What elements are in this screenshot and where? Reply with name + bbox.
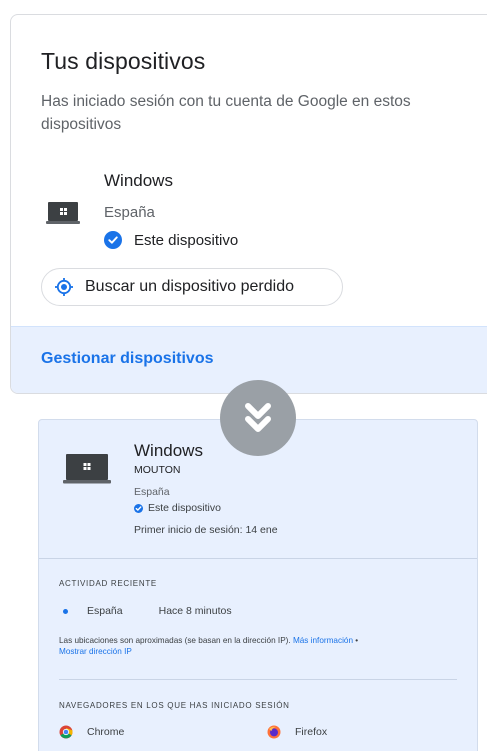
- activity-location: España: [87, 605, 123, 617]
- this-device-text: Este dispositivo: [134, 231, 239, 249]
- activity-row: España Hace 8 minutos: [63, 605, 232, 617]
- browser-item-firefox: Firefox: [267, 725, 327, 739]
- chrome-icon: [59, 725, 73, 739]
- recent-activity-header: ACTIVIDAD RECIENTE: [59, 579, 157, 588]
- browser-name: Chrome: [87, 726, 125, 738]
- device-name[interactable]: Windows: [104, 171, 173, 191]
- laptop-windows-icon: [63, 454, 111, 484]
- detail-this-device-text: Este dispositivo: [148, 502, 221, 514]
- find-lost-device-button[interactable]: Buscar un dispositivo perdido: [41, 268, 343, 306]
- laptop-windows-icon: [46, 202, 80, 224]
- browser-item-chrome: Chrome: [59, 725, 124, 739]
- location-target-icon: [54, 277, 74, 297]
- devices-card: Tus dispositivos Has iniciado sesión con…: [10, 14, 487, 394]
- browser-name: Firefox: [295, 726, 328, 738]
- browsers-header: NAVEGADORES EN LOS QUE HAS INICIADO SESI…: [59, 701, 290, 710]
- location-note: Las ubicaciones son aproximadas (se basa…: [59, 635, 459, 657]
- check-circle-icon: [134, 503, 143, 513]
- card-title: Tus dispositivos: [41, 48, 206, 74]
- manage-devices-link[interactable]: Gestionar dispositivos: [41, 350, 213, 368]
- detail-device-name: Windows: [134, 441, 203, 460]
- device-detail-panel: Windows MOUTON España Este dispositivo P…: [38, 419, 478, 751]
- detail-device-location: España: [134, 486, 170, 498]
- note-separator: •: [353, 636, 359, 645]
- detail-device-host: MOUTON: [134, 464, 181, 476]
- divider: [39, 558, 477, 559]
- show-ip-link[interactable]: Mostrar dirección IP: [59, 647, 132, 656]
- divider: [59, 679, 457, 680]
- page: Tus dispositivos Has iniciado sesión con…: [0, 0, 487, 751]
- activity-time: Hace 8 minutos: [158, 605, 232, 617]
- location-note-text: Las ubicaciones son aproximadas (se basa…: [59, 636, 293, 645]
- this-device-label: Este dispositivo: [104, 231, 238, 249]
- device-location: España: [104, 204, 155, 221]
- first-signin-text: Primer inicio de sesión: 14 ene: [134, 524, 278, 536]
- check-circle-icon: [104, 231, 122, 249]
- activity-dot-icon: [63, 608, 68, 614]
- more-info-link[interactable]: Más información: [293, 636, 353, 645]
- find-lost-device-label: Buscar un dispositivo perdido: [85, 278, 295, 295]
- double-chevron-down-icon: [220, 380, 296, 456]
- firefox-icon: [267, 725, 281, 739]
- detail-this-device-label: Este dispositivo: [134, 502, 221, 514]
- card-subtitle: Has iniciado sesión con tu cuenta de Goo…: [41, 93, 411, 133]
